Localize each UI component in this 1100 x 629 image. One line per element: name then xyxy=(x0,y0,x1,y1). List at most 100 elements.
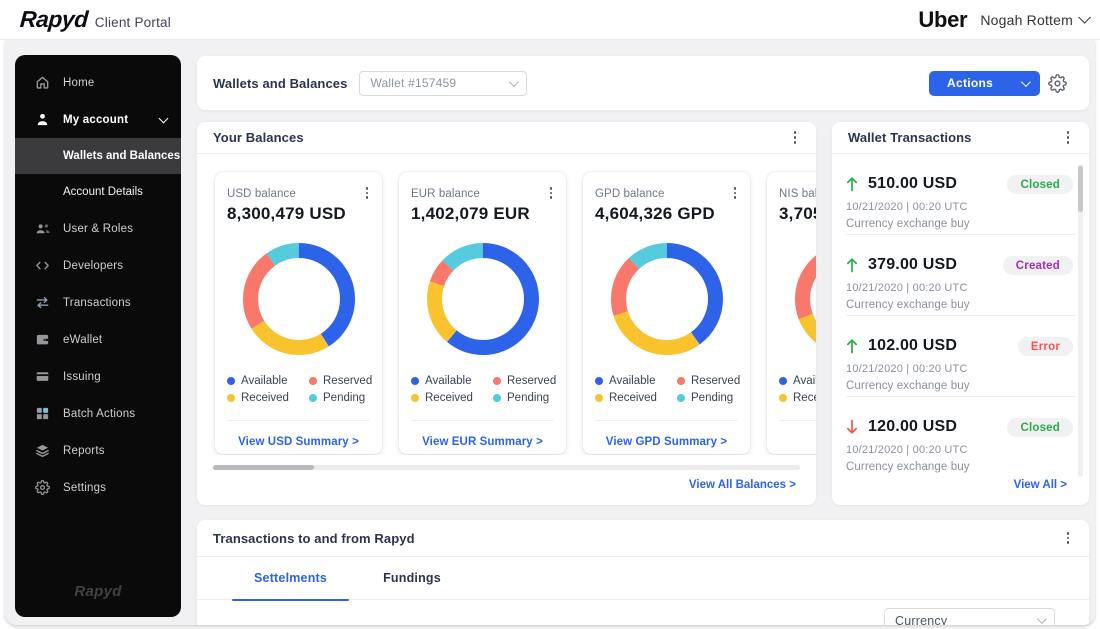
kebab-menu-icon[interactable] xyxy=(360,186,374,200)
arrow-down-icon xyxy=(846,419,858,435)
sidebar-item-label: Issuing xyxy=(63,370,101,383)
horizontal-scrollbar[interactable] xyxy=(213,465,800,470)
transaction-status-badge: Closed xyxy=(1007,175,1073,194)
legend-dot xyxy=(677,393,685,402)
view-summary-link[interactable]: View USD Summary > xyxy=(215,436,382,448)
balance-amount: 8,300,479 USD xyxy=(227,204,346,223)
sidebar-item-my-account[interactable]: My account xyxy=(15,101,181,138)
legend-label: Available xyxy=(425,375,472,387)
batch-icon xyxy=(35,406,50,421)
legend-label: Reserved xyxy=(507,375,557,387)
legend-dot xyxy=(779,377,787,385)
tab-settelments[interactable]: Settelments xyxy=(232,557,350,601)
legend-item-available: Available xyxy=(779,375,816,387)
kebab-menu-icon[interactable] xyxy=(1061,531,1075,545)
gear-icon xyxy=(1047,73,1067,93)
transaction-row[interactable]: 379.00 USD Created 10/21/2020 | 00:20 UTC C… xyxy=(846,235,1075,316)
rapyd-logo: Rapyd xyxy=(19,6,89,32)
balance-card-nis-balance: NIS balance 3,705 AvailableReservedReceive… xyxy=(767,172,816,454)
sidebar-item-label: Reports xyxy=(63,444,105,457)
arrow-up-icon xyxy=(846,176,858,192)
balance-cards-scroller: USD balance 8,300,479 USD Available Reserve… xyxy=(197,155,816,455)
balance-card-eur-balance: EUR balance 1,402,079 EUR Available Reserve… xyxy=(399,172,566,454)
view-summary-link[interactable]: View EUR Summary > xyxy=(399,436,566,448)
user-menu[interactable]: Uber Nogah Rottem xyxy=(918,7,1091,33)
sidebar-subitem-label: Account Details xyxy=(63,186,143,198)
legend-label: Pending xyxy=(507,391,550,404)
sidebar-item-reports[interactable]: Reports xyxy=(15,432,181,469)
horizontal-scrollbar-thumb[interactable] xyxy=(213,465,314,470)
wallet-selector[interactable]: Wallet #157459 xyxy=(359,70,528,96)
wallet-icon xyxy=(35,332,50,347)
sidebar-subitem-account-details[interactable]: Account Details xyxy=(15,174,181,210)
brand-area: Rapyd Client Portal xyxy=(19,6,171,33)
card-icon xyxy=(35,369,50,384)
main-shell: Home My account Wallets and Balances Accoun… xyxy=(5,40,1095,625)
legend-dot xyxy=(227,377,235,385)
sidebar-item-transactions[interactable]: Transactions xyxy=(15,284,181,321)
actions-button[interactable]: Actions xyxy=(929,70,1040,96)
your-balances-header: Your Balances xyxy=(197,122,816,154)
sidebar-item-home[interactable]: Home xyxy=(15,64,181,101)
transaction-row[interactable]: 510.00 USD Closed 10/21/2020 | 00:20 UTC Cu… xyxy=(846,154,1075,235)
kebab-menu-icon[interactable] xyxy=(788,131,802,145)
legend-label: Pending xyxy=(323,391,366,404)
settings-gear-button[interactable] xyxy=(1047,73,1067,93)
vertical-scrollbar[interactable] xyxy=(1078,164,1083,477)
your-balances-panel: Your Balances USD balance 8,300,479 USD Av… xyxy=(197,122,816,505)
sidebar-subitem-label: Wallets and Balances xyxy=(63,150,181,162)
sidebar-item-label: Settings xyxy=(63,481,107,494)
sidebar-item-batch-actions[interactable]: Batch Actions xyxy=(15,395,181,432)
currency-selector[interactable]: Currency xyxy=(884,608,1055,625)
wallet-transactions-header: Wallet Transactions xyxy=(832,122,1089,154)
legend-item-received: Received xyxy=(595,392,677,404)
legend-label: Received xyxy=(609,391,657,404)
legend-item-received: Received xyxy=(779,392,816,404)
vertical-scrollbar-thumb[interactable] xyxy=(1078,166,1083,212)
view-all-transactions-link[interactable]: View All > xyxy=(1014,479,1067,491)
arrow-up-icon xyxy=(846,257,858,273)
transaction-amount: 510.00 USD xyxy=(868,175,958,192)
sidebar-item-label: Batch Actions xyxy=(63,407,136,420)
legend-label: Received xyxy=(241,391,289,404)
reports-icon xyxy=(35,443,50,458)
legend-item-received: Received xyxy=(411,392,493,404)
balance-amount: 1,402,079 EUR xyxy=(411,204,530,223)
legend-item-reserved: Reserved xyxy=(677,375,740,387)
transaction-status-badge: Closed xyxy=(1007,418,1073,437)
legend-label: Pending xyxy=(691,391,734,404)
card-divider xyxy=(595,420,738,421)
balance-donut-chart xyxy=(610,243,723,355)
sidebar-item-developers[interactable]: Developers xyxy=(15,247,181,284)
transaction-row[interactable]: 102.00 USD Error 10/21/2020 | 00:20 UTC Cur… xyxy=(846,316,1075,397)
tabs-bar: Settelments Fundings xyxy=(197,557,1089,601)
balance-card-gpd-balance: GPD balance 4,604,326 GPD Available Reserve… xyxy=(583,172,750,454)
transaction-amount: 379.00 USD xyxy=(868,256,958,273)
transaction-description: Currency exchange buy xyxy=(846,299,970,311)
sidebar-item-ewallet[interactable]: eWallet xyxy=(15,321,181,358)
legend-dot xyxy=(779,393,787,402)
view-all-balances-link[interactable]: View All Balances > xyxy=(689,479,796,491)
tab-fundings[interactable]: Fundings xyxy=(361,557,463,600)
transaction-amount: 120.00 USD xyxy=(868,418,958,435)
sidebar: Home My account Wallets and Balances Accoun… xyxy=(15,55,181,617)
sidebar-item-user-roles[interactable]: User & Roles xyxy=(15,210,181,247)
transaction-status-badge: Created xyxy=(1002,256,1073,275)
legend-dot xyxy=(309,377,317,385)
sidebar-item-label: eWallet xyxy=(63,333,103,346)
kebab-menu-icon[interactable] xyxy=(544,186,558,200)
transaction-row[interactable]: 120.00 USD Closed 10/21/2020 | 00:20 UTC Cu… xyxy=(846,397,1075,477)
sidebar-item-settings[interactable]: Settings xyxy=(15,469,181,506)
legend-label: Received xyxy=(425,391,473,404)
donut-legend: Available Reserved Received Pending xyxy=(595,375,740,404)
balance-amount: 3,705 xyxy=(779,204,816,223)
sidebar-subitem-wallets-and-balances[interactable]: Wallets and Balances xyxy=(15,138,181,174)
legend-dot xyxy=(227,393,235,402)
arrow-up-icon xyxy=(846,338,858,354)
sidebar-item-issuing[interactable]: Issuing xyxy=(15,358,181,395)
view-summary-link[interactable]: View GPD Summary > xyxy=(583,436,750,448)
user-icon xyxy=(35,112,50,127)
kebab-menu-icon[interactable] xyxy=(728,186,742,200)
kebab-menu-icon[interactable] xyxy=(1061,131,1075,145)
transfer-icon xyxy=(35,295,50,310)
